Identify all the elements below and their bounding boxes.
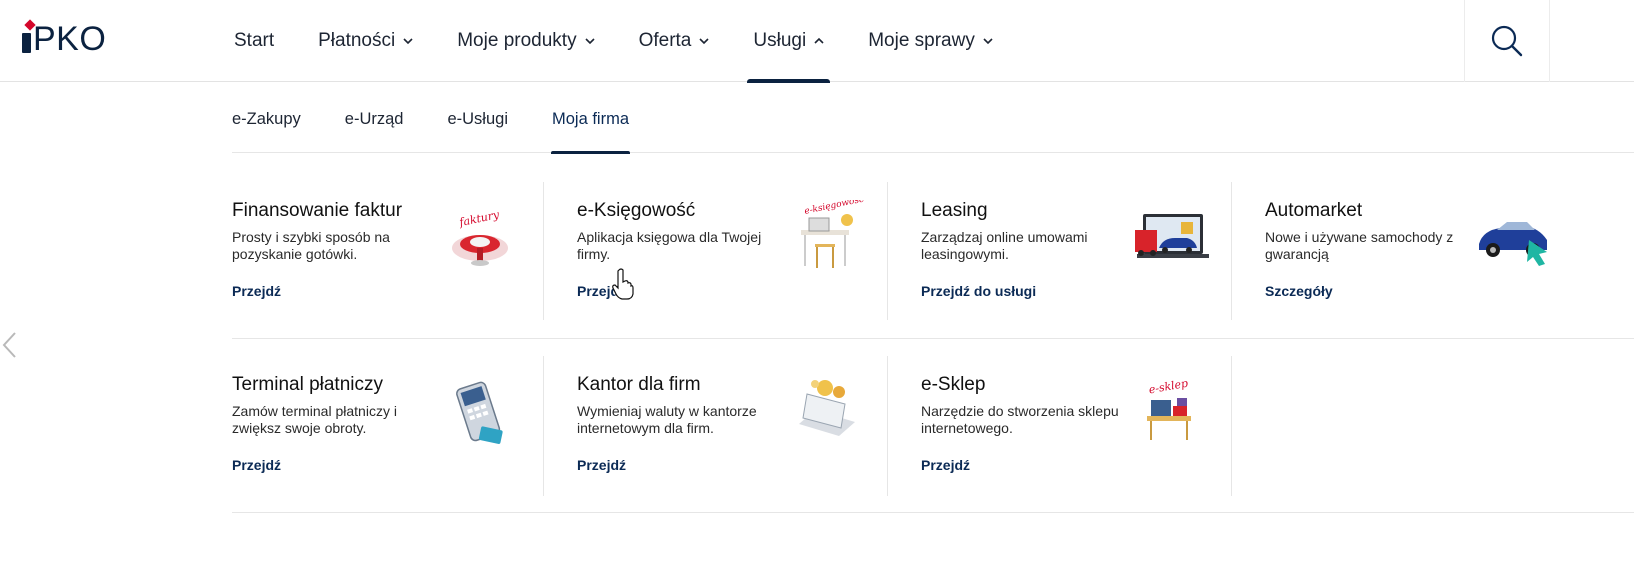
currency-exchange-illustration — [799, 380, 855, 436]
card-kantor-dla-firm: Kantor dla firm Wymieniaj waluty w kanto… — [577, 374, 887, 504]
tab-moja-firma[interactable]: Moja firma — [550, 100, 631, 154]
card-finansowanie-faktur: Finansowanie faktur Prosty i szybki spos… — [232, 200, 542, 330]
card-title: e-Sklep — [921, 374, 986, 395]
card-link[interactable]: Szczegóły — [1265, 283, 1333, 299]
card-description: Nowe i używane samochody z gwarancją — [1265, 229, 1454, 262]
tab-moja-firma-label: Moja firma — [552, 110, 630, 128]
services-subnav: e-Zakupy e-Urząd e-Usługi Moja firma — [232, 100, 1634, 154]
search-icon — [1491, 25, 1523, 57]
card-description: Zamów terminal płatniczy i zwiększ swoje… — [232, 403, 397, 436]
nav-moje-sprawy[interactable]: Moje sprawy — [868, 0, 993, 82]
column-divider — [543, 356, 544, 496]
chevron-left-icon — [2, 332, 16, 358]
card-e-sklep: e-Sklep Narzędzie do stworzenia sklepu i… — [921, 374, 1231, 504]
tab-e-uslugi[interactable]: e-Usługi — [447, 100, 508, 153]
column-divider — [543, 182, 544, 320]
card-title: Kantor dla firm — [577, 374, 701, 395]
card-link[interactable]: Przejdź — [577, 283, 626, 299]
nav-moje-produkty-label: Moje produkty — [457, 30, 577, 51]
card-link[interactable]: Przejdź — [577, 457, 626, 473]
nav-moje-produkty[interactable]: Moje produkty — [457, 0, 595, 82]
nav-start-label: Start — [234, 30, 275, 51]
illustration-label: faktury — [457, 208, 501, 229]
card-automarket: Automarket Nowe i używane samochody z gw… — [1265, 200, 1575, 330]
card-link[interactable]: Przejdź — [921, 457, 970, 473]
nav-oferta[interactable]: Oferta — [639, 0, 710, 82]
leasing-vehicles-illustration — [1135, 214, 1209, 258]
row-divider — [232, 512, 1634, 513]
illustration-label: e-sklep — [1148, 377, 1189, 397]
column-divider — [887, 182, 888, 320]
nav-moje-sprawy-label: Moje sprawy — [868, 30, 975, 51]
accounting-desk-illustration: e-księgowość — [801, 200, 865, 268]
card-description: Prosty i szybki sposób na pozyskanie got… — [232, 229, 390, 262]
main-navigation: Start Płatności Moje produkty Oferta Usł… — [234, 0, 1037, 83]
logo-i-stem — [22, 33, 31, 53]
card-link[interactable]: Przejdź do usługi — [921, 283, 1036, 299]
card-description: Zarządzaj online umowami leasingowymi. — [921, 229, 1088, 262]
chevron-up-icon — [814, 36, 824, 46]
card-link[interactable]: Przejdź — [232, 283, 281, 299]
nav-platnosci[interactable]: Płatności — [318, 0, 413, 82]
card-title: Finansowanie faktur — [232, 200, 403, 221]
chevron-down-icon — [983, 36, 993, 46]
card-title: Automarket — [1265, 200, 1363, 221]
search-button[interactable] — [1464, 0, 1550, 82]
e-shop-illustration: e-sklep — [1147, 377, 1191, 440]
card-title: Terminal płatniczy — [232, 374, 383, 395]
invoice-financing-illustration: faktury — [452, 208, 508, 266]
tab-e-urzad-label: e-Urząd — [344, 110, 404, 128]
card-title: Leasing — [921, 200, 988, 221]
card-leasing: Leasing Zarządzaj online umowami leasing… — [921, 200, 1231, 330]
nav-oferta-label: Oferta — [638, 30, 692, 51]
card-description: Narzędzie do stworzenia sklepu interneto… — [921, 403, 1119, 436]
nav-uslugi-label: Usługi — [753, 30, 807, 51]
card-description: Wymieniaj waluty w kantorze internetowym… — [577, 403, 757, 436]
column-divider — [887, 356, 888, 496]
nav-start[interactable]: Start — [234, 0, 274, 82]
carousel-prev-button[interactable] — [0, 330, 20, 360]
chevron-down-icon — [585, 36, 595, 46]
ipko-logo[interactable]: PKO — [22, 19, 107, 58]
tab-e-uslugi-label: e-Usługi — [447, 110, 508, 128]
logo-text: PKO — [33, 20, 107, 58]
row-divider — [232, 338, 1634, 339]
car-illustration — [1479, 222, 1547, 266]
tab-e-urzad[interactable]: e-Urząd — [345, 100, 404, 153]
card-e-ksiegowosc: e-Księgowość Aplikacja księgowa dla Twoj… — [577, 200, 887, 330]
illustration-label: e-księgowość — [803, 200, 865, 217]
column-divider — [1231, 182, 1232, 320]
card-description: Aplikacja księgowa dla Twojej firmy. — [577, 229, 762, 262]
payment-terminal-illustration — [456, 381, 503, 444]
card-terminal-platniczy: Terminal płatniczy Zamów terminal płatni… — [232, 374, 542, 504]
top-header: PKO Start Płatności Moje produkty Oferta… — [0, 0, 1634, 83]
nav-platnosci-label: Płatności — [318, 30, 396, 51]
nav-uslugi[interactable]: Usługi — [747, 0, 831, 83]
column-divider — [1231, 356, 1232, 496]
card-link[interactable]: Przejdź — [232, 457, 281, 473]
card-title: e-Księgowość — [577, 200, 696, 221]
tab-e-zakupy[interactable]: e-Zakupy — [232, 100, 301, 153]
tab-e-zakupy-label: e-Zakupy — [232, 110, 301, 128]
chevron-down-icon — [699, 36, 709, 46]
chevron-down-icon — [403, 36, 413, 46]
